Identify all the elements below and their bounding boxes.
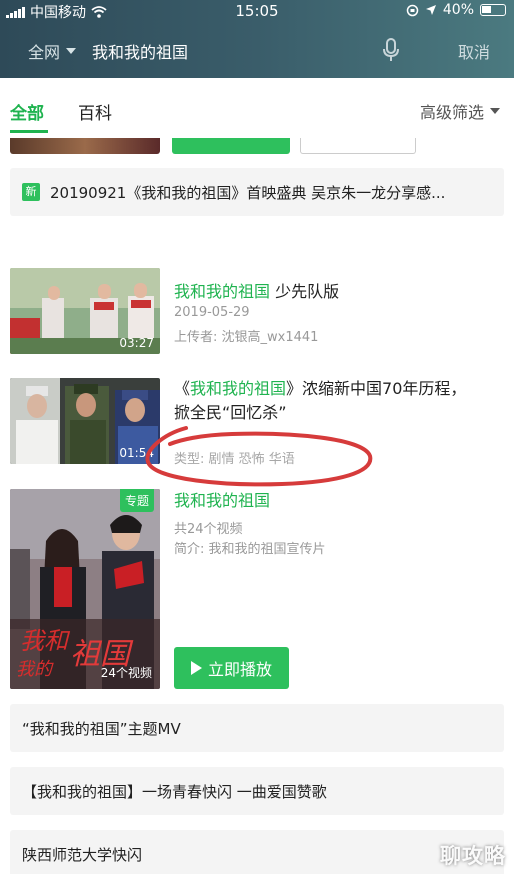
- battery-icon: [480, 4, 506, 16]
- result-uploader: 上传者: 沈银高_wx1441: [174, 330, 319, 345]
- topic-badge: 专题: [119, 489, 154, 512]
- microphone-icon[interactable]: [381, 38, 401, 62]
- tab-baike[interactable]: 百科: [78, 99, 112, 124]
- battery-percent: 40%: [442, 2, 474, 18]
- topic-count: 共24个视频: [174, 522, 243, 537]
- topic-video-count: 24个视频: [100, 666, 152, 680]
- tab-all[interactable]: 全部: [10, 99, 44, 124]
- chevron-down-icon: [66, 48, 77, 54]
- result-date: 2019-05-29: [174, 305, 250, 320]
- related-item[interactable]: “我和我的祖国”主题MV: [10, 704, 504, 752]
- filter-tabs: 全部 百科 高级筛选: [0, 78, 514, 138]
- search-input[interactable]: 我和我的祖国: [92, 39, 188, 63]
- location-icon: [425, 5, 436, 15]
- new-badge: 新: [22, 183, 40, 201]
- search-bar: 全网 我和我的祖国 取消: [0, 30, 514, 70]
- red-annotation-circle: [145, 426, 373, 487]
- topic-title[interactable]: 我和我的祖国: [174, 489, 270, 513]
- calligraphy-logo: 我和: [20, 627, 71, 655]
- result-title[interactable]: 《我和我的祖国》浓缩新中国70年历程， 掀全民“回忆杀”: [174, 377, 466, 425]
- topic-thumbnail[interactable]: 我和 祖国 我的 专题 24个视频: [10, 489, 160, 689]
- active-tab-indicator: [10, 130, 48, 133]
- cancel-button[interactable]: 取消: [458, 39, 490, 63]
- previous-result-secondary-button[interactable]: [300, 138, 416, 154]
- result-title-rest: 》浓缩新中国70年历程，: [286, 379, 467, 398]
- play-icon: [190, 661, 202, 675]
- advanced-filter-button[interactable]: 高级筛选: [420, 99, 500, 123]
- news-title: 20190921《我和我的祖国》首映盛典 吴京朱一龙分享感...: [50, 184, 446, 202]
- video-thumbnail[interactable]: 01:54: [10, 378, 160, 464]
- orientation-lock-icon: [406, 4, 419, 16]
- thumbnail-image: 我和 祖国 我的: [10, 489, 160, 689]
- watermark: 聊攻略: [440, 844, 506, 868]
- result-title[interactable]: 我和我的祖国 少先队版: [174, 280, 339, 304]
- video-thumbnail[interactable]: 03:27: [10, 268, 160, 354]
- related-item[interactable]: 陕西师范大学快闪: [10, 830, 504, 874]
- advanced-filter-label: 高级筛选: [419, 103, 484, 122]
- related-item[interactable]: 【我和我的祖国】一场青春快闪 一曲爱国赞歌: [10, 767, 504, 815]
- result-title-highlight: 我和我的祖国: [190, 379, 287, 398]
- result-title-prefix: 《: [174, 379, 191, 398]
- calligraphy-logo: 我的: [16, 659, 54, 680]
- topic-intro: 简介: 我和我的祖国宣传片: [174, 542, 326, 557]
- news-item[interactable]: 新 20190921《我和我的祖国》首映盛典 吴京朱一龙分享感...: [10, 168, 504, 216]
- search-scope-label: 全网: [28, 43, 61, 62]
- chevron-down-icon: [490, 108, 500, 114]
- previous-result-thumbnail[interactable]: [10, 138, 160, 154]
- header-bar: 中国移动 15:05 40% 全网 我和我的祖国 取消: [0, 0, 514, 78]
- video-duration: 03:27: [119, 336, 154, 350]
- search-scope-dropdown[interactable]: 全网: [28, 39, 77, 63]
- previous-result-play-button[interactable]: [172, 138, 290, 154]
- result-title-rest: 少先队版: [270, 282, 340, 301]
- play-now-label: 立即播放: [207, 660, 272, 679]
- result-title-highlight: 我和我的祖国: [174, 282, 271, 301]
- play-now-button[interactable]: 立即播放: [174, 647, 289, 689]
- status-bar: 中国移动 15:05 40%: [0, 0, 514, 22]
